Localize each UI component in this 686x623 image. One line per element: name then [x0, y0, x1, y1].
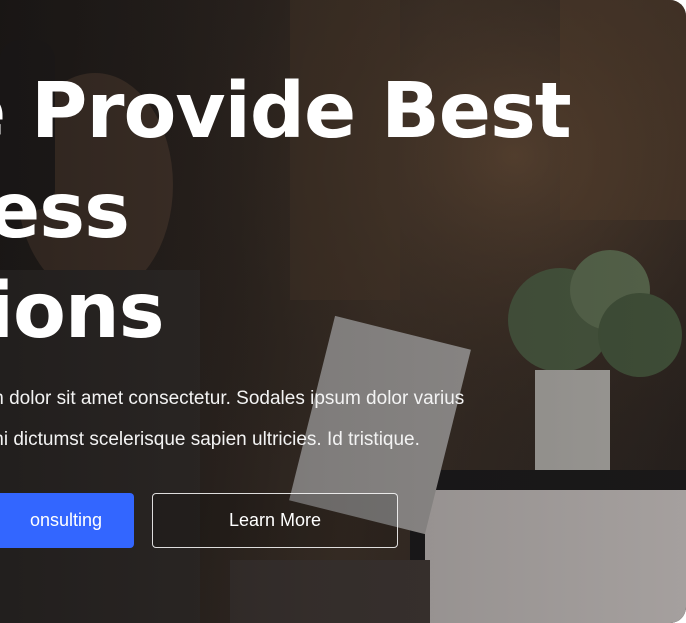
- headline-line: e Provide Best: [0, 67, 572, 156]
- description-line: m dolor sit amet consectetur. Sodales ip…: [0, 388, 465, 409]
- hero-description: m dolor sit amet consectetur. Sodales ip…: [0, 378, 628, 460]
- hero-section: e Provide Best siness utions m dolor sit…: [0, 0, 686, 623]
- headline-line: utions: [0, 267, 165, 356]
- learn-more-button[interactable]: Learn More: [152, 493, 398, 548]
- consulting-button[interactable]: onsulting: [0, 493, 134, 548]
- hero-content: e Provide Best siness utions m dolor sit…: [0, 0, 686, 623]
- headline-line: siness: [0, 167, 130, 256]
- description-line: mi dictumst scelerisque sapien ultricies…: [0, 429, 420, 450]
- hero-headline: e Provide Best siness utions: [0, 62, 680, 362]
